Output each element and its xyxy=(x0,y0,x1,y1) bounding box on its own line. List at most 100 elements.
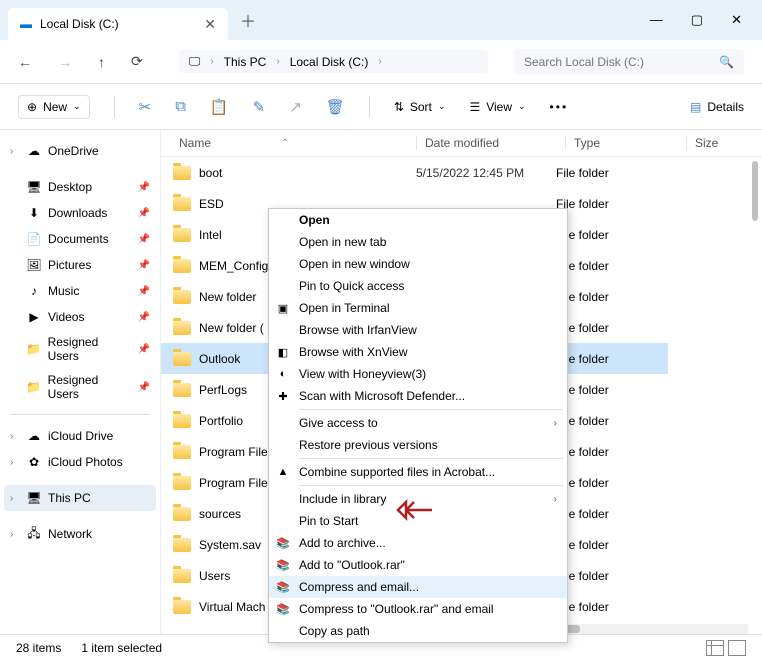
file-name: Portfolio xyxy=(199,414,243,428)
file-name: Users xyxy=(199,569,230,583)
sidebar-item-downloads[interactable]: ⬇Downloads📌 xyxy=(4,200,156,226)
column-header-date[interactable]: Date modified xyxy=(425,136,565,150)
sidebar-label: OneDrive xyxy=(48,144,99,158)
column-resize[interactable] xyxy=(686,136,687,150)
folder-icon xyxy=(173,197,191,211)
sort-button[interactable]: ⇅ Sort ⌄ xyxy=(394,100,446,114)
sidebar-item-music[interactable]: ♪Music📌 xyxy=(4,278,156,304)
folder-icon xyxy=(173,259,191,273)
sidebar-item-resigned-users[interactable]: 📁Resigned Users📌 xyxy=(4,368,156,406)
share-icon[interactable]: ↗ xyxy=(289,98,302,116)
xnview-icon: ◧ xyxy=(275,344,291,360)
context-menu-item[interactable]: 📚Compress and email... xyxy=(269,576,567,598)
context-menu-item[interactable]: Open xyxy=(269,209,567,231)
context-menu-item[interactable]: Open in new window xyxy=(269,253,567,275)
sidebar-item-icloud-drive[interactable]: ›☁iCloud Drive xyxy=(4,423,156,449)
new-tab-button[interactable]: ＋ xyxy=(240,8,256,32)
address-bar[interactable]: 🖵 › This PC › Local Disk (C:) › xyxy=(179,50,488,73)
minimize-button[interactable]: — xyxy=(650,12,663,28)
sidebar-item-onedrive[interactable]: ›☁OneDrive xyxy=(4,138,156,164)
context-menu-item[interactable]: Browse with IrfanView xyxy=(269,319,567,341)
context-menu-item[interactable]: 📚Add to archive... xyxy=(269,532,567,554)
folder-icon xyxy=(173,538,191,552)
back-button[interactable]: ← xyxy=(18,54,32,70)
maximize-button[interactable]: ▢ xyxy=(691,12,703,28)
pictures-icon: 🖼 xyxy=(26,257,42,273)
column-header-size[interactable]: Size xyxy=(695,136,762,150)
chevron-right-icon: › xyxy=(378,56,381,67)
sidebar-item-resigned-users[interactable]: 📁Resigned Users📌 xyxy=(4,330,156,368)
context-menu-item[interactable]: Pin to Quick access xyxy=(269,275,567,297)
breadcrumb-item[interactable]: Local Disk (C:) xyxy=(290,55,369,69)
context-menu-label: Add to "Outlook.rar" xyxy=(299,558,405,572)
sidebar-item-videos[interactable]: ▶Videos📌 xyxy=(4,304,156,330)
context-menu-item[interactable]: ◧Browse with XnView xyxy=(269,341,567,363)
videos-icon: ▶ xyxy=(26,309,42,325)
sidebar-label: This PC xyxy=(48,491,91,505)
onedrive-icon: ☁ xyxy=(26,143,42,159)
column-header-type[interactable]: Type xyxy=(574,136,686,150)
file-type: File folder xyxy=(556,560,668,591)
tab-title: Local Disk (C:) xyxy=(40,17,119,31)
paste-icon[interactable]: 📋 xyxy=(210,98,229,116)
cut-icon[interactable]: ✂ xyxy=(139,98,152,116)
titlebar: ▬ Local Disk (C:) ✕ ＋ — ▢ ✕ xyxy=(0,0,762,40)
sidebar-item-documents[interactable]: 📄Documents📌 xyxy=(4,226,156,252)
tab-close-button[interactable]: ✕ xyxy=(204,16,216,33)
context-menu-item[interactable]: Copy as path xyxy=(269,620,567,642)
details-view-icon[interactable] xyxy=(706,640,724,656)
folder-icon xyxy=(173,290,191,304)
context-menu-item[interactable]: Restore previous versions xyxy=(269,434,567,456)
details-button[interactable]: ▤ Details xyxy=(690,100,744,114)
context-menu-item[interactable]: ▣Open in Terminal xyxy=(269,297,567,319)
file-name: boot xyxy=(199,166,222,180)
sidebar-item-this-pc[interactable]: ›🖥This PC xyxy=(4,485,156,511)
acrobat-icon: ▲ xyxy=(275,464,291,480)
chevron-icon: › xyxy=(10,493,20,504)
refresh-button[interactable]: ⟳ xyxy=(131,53,143,70)
context-menu-item[interactable]: ▲ Combine supported files in Acrobat... xyxy=(269,461,567,483)
file-row[interactable]: boot5/15/2022 12:45 PMFile folder xyxy=(161,157,762,188)
search-box[interactable]: 🔍 xyxy=(514,49,744,75)
context-menu-item[interactable]: Give access to› xyxy=(269,412,567,434)
sort-indicator-icon: ⌃ xyxy=(281,138,289,149)
up-button[interactable]: ↑ xyxy=(98,54,105,70)
context-menu-item[interactable]: ◐View with Honeyview(3) xyxy=(269,363,567,385)
sidebar-item-network[interactable]: ›🖧Network xyxy=(4,521,156,547)
thumbnails-view-icon[interactable] xyxy=(728,640,746,656)
column-header-name[interactable]: Name ⌃ xyxy=(161,136,416,150)
delete-icon[interactable]: 🗑 xyxy=(326,98,345,116)
column-resize[interactable] xyxy=(565,136,566,150)
monitor-icon: 🖵 xyxy=(189,54,201,69)
breadcrumb-item[interactable]: This PC xyxy=(224,55,267,69)
details-icon: ▤ xyxy=(690,100,701,114)
context-menu-item[interactable]: Open in new tab xyxy=(269,231,567,253)
close-button[interactable]: ✕ xyxy=(731,12,742,28)
folder-icon: 📁 xyxy=(26,379,42,395)
sidebar-label: Resigned Users xyxy=(48,373,132,401)
vertical-scrollbar[interactable] xyxy=(752,157,760,539)
sidebar-item-desktop[interactable]: 🖥Desktop📌 xyxy=(4,174,156,200)
new-button[interactable]: ⊕ New ⌄ xyxy=(18,95,90,119)
context-menu-item[interactable]: 📚Add to "Outlook.rar" xyxy=(269,554,567,576)
more-button[interactable]: ••• xyxy=(550,100,569,114)
pin-icon: 📌 xyxy=(138,344,150,355)
context-menu-label: Combine supported files in Acrobat... xyxy=(299,465,495,479)
file-name: PerfLogs xyxy=(199,383,247,397)
active-tab[interactable]: ▬ Local Disk (C:) ✕ xyxy=(8,8,228,40)
rename-icon[interactable]: ✎ xyxy=(253,98,266,116)
context-menu-item[interactable]: 📚Compress to "Outlook.rar" and email xyxy=(269,598,567,620)
divider xyxy=(369,96,370,118)
context-menu-item[interactable]: ✚Scan with Microsoft Defender... xyxy=(269,385,567,407)
file-type: File folder xyxy=(556,436,668,467)
folder-icon xyxy=(173,600,191,614)
column-resize[interactable] xyxy=(416,136,417,150)
forward-button[interactable]: → xyxy=(58,54,72,70)
view-button[interactable]: ☰ View ⌄ xyxy=(469,100,525,114)
sidebar-item-pictures[interactable]: 🖼Pictures📌 xyxy=(4,252,156,278)
sidebar-item-icloud-photos[interactable]: ›✿iCloud Photos xyxy=(4,449,156,475)
search-input[interactable] xyxy=(524,55,713,69)
copy-icon[interactable]: ⧉ xyxy=(175,98,186,115)
sidebar-label: Videos xyxy=(48,310,84,324)
context-menu-label: Scan with Microsoft Defender... xyxy=(299,389,465,403)
